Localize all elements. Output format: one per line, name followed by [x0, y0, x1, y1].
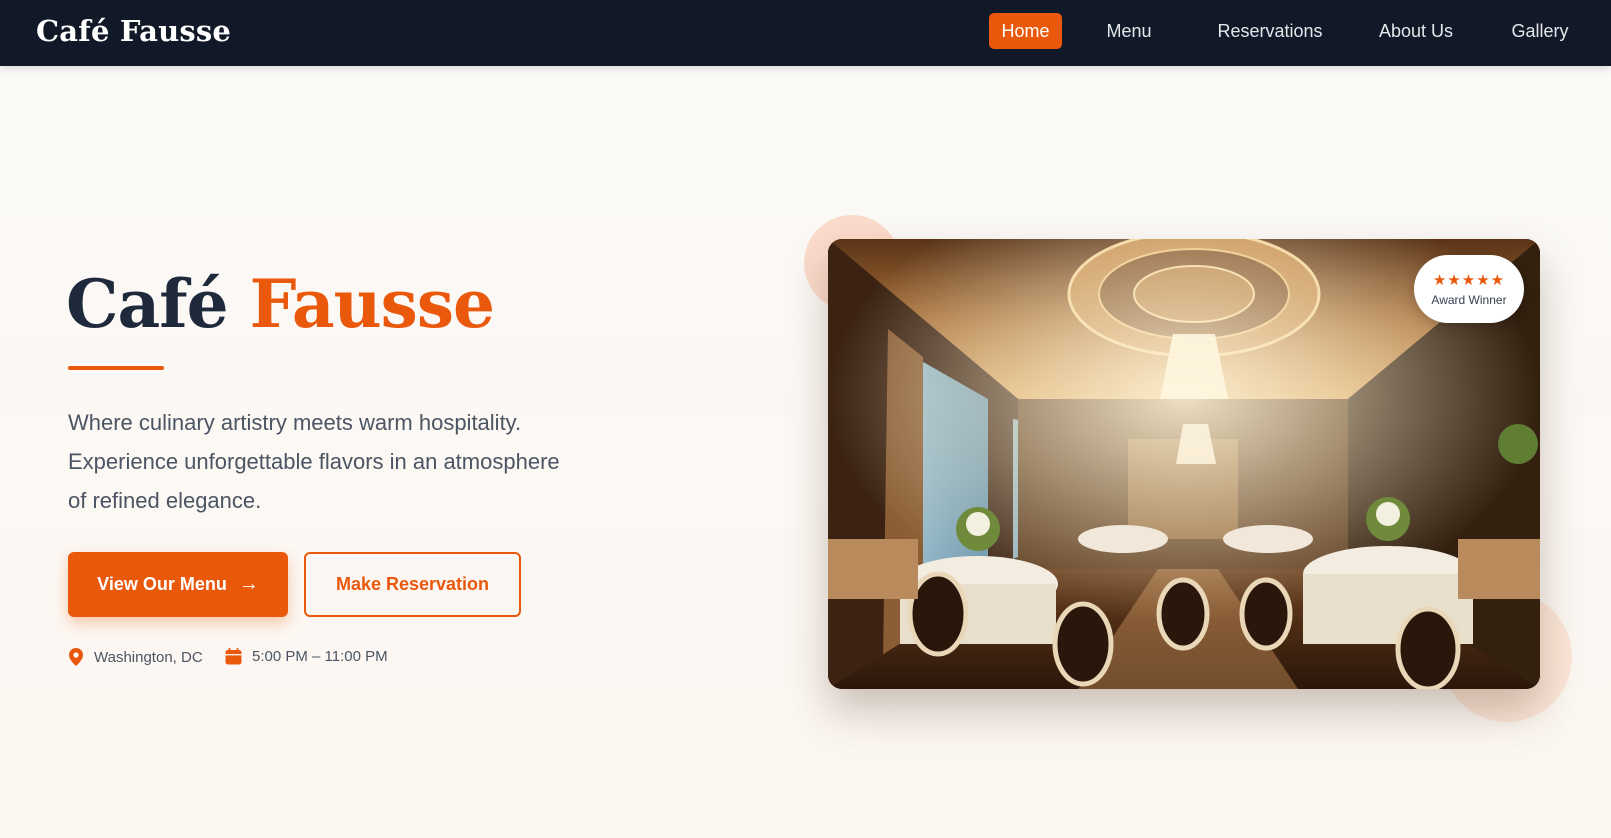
hero-description: Where culinary artistry meets warm hospi… — [68, 410, 560, 513]
location-info: Washington, DC — [68, 648, 203, 666]
hours-text: 5:00 PM – 11:00 PM — [252, 648, 388, 665]
top-navbar: Café Fausse Home Menu Reservations About… — [0, 0, 1611, 66]
nav-link-menu[interactable]: Menu — [1095, 13, 1163, 49]
view-menu-button[interactable]: View Our Menu → — [68, 552, 288, 617]
brand-logo[interactable]: Café Fausse — [36, 14, 231, 48]
nav-link-reservations[interactable]: Reservations — [1200, 13, 1340, 49]
hero-title-main: Café — [66, 265, 229, 343]
award-label: Award Winner — [1431, 292, 1507, 307]
map-pin-icon — [69, 648, 83, 666]
location-text: Washington, DC — [94, 648, 203, 666]
award-winner-badge: ★★★★★ Award Winner — [1414, 255, 1524, 323]
nav-link-home[interactable]: Home — [989, 13, 1062, 49]
view-menu-button-label: View Our Menu — [97, 574, 227, 594]
hero-title-accent: Fausse — [249, 265, 495, 343]
title-underline-divider — [68, 366, 164, 370]
calendar-icon — [225, 648, 242, 665]
hero-title: Café Fausse — [66, 265, 495, 343]
star-rating-icon: ★★★★★ — [1432, 271, 1506, 289]
hours-info: 5:00 PM – 11:00 PM — [225, 648, 388, 665]
nav-link-about-us[interactable]: About Us — [1366, 13, 1466, 49]
arrow-right-icon: → — [238, 573, 259, 595]
nav-link-gallery[interactable]: Gallery — [1494, 13, 1586, 49]
make-reservation-button[interactable]: Make Reservation — [304, 552, 521, 617]
